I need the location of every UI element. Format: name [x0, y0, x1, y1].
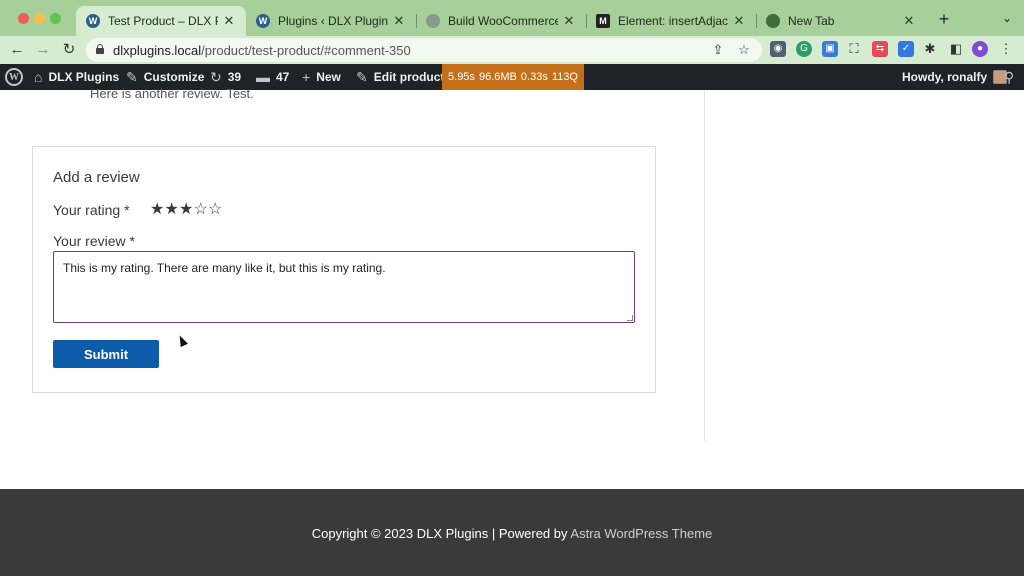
tab-title: Test Product – DLX Plugins: [108, 14, 218, 28]
extension-icon[interactable]: ◉: [770, 41, 786, 57]
star-icon-1[interactable]: ★: [150, 201, 165, 219]
tab-test-product[interactable]: W Test Product – DLX Plugins ✕: [76, 6, 246, 36]
comments-count: 47: [276, 70, 290, 84]
copyright-text: Copyright © 2023 DLX Plugins | Powered b…: [311, 526, 568, 541]
review-label: Your review *: [53, 233, 135, 249]
my-account-menu[interactable]: Howdy, ronalfy: [902, 64, 1008, 90]
url-text: dlxplugins.local/product/test-product/#c…: [113, 43, 411, 58]
1password-icon[interactable]: ✓: [898, 41, 914, 57]
review-textarea[interactable]: This is my rating. There are many like i…: [53, 251, 635, 323]
review-form: Add a review Your rating * ★ ★ ★ ☆ ☆ You…: [32, 146, 656, 393]
tab-close-icon[interactable]: ✕: [902, 13, 916, 29]
customize-label: Customize: [143, 70, 205, 84]
perf-query-time: 0.33s: [520, 71, 548, 83]
perf-queries: 113Q: [551, 71, 578, 83]
grammarly-icon[interactable]: G: [796, 41, 812, 57]
address-bar[interactable]: dlxplugins.local/product/test-product/#c…: [86, 38, 762, 62]
new-label: New: [316, 70, 341, 84]
tab-close-icon[interactable]: ✕: [392, 13, 406, 29]
tab-plugins[interactable]: W Plugins ‹ DLX Plugins — W ✕: [246, 6, 416, 36]
menu-kebab-icon[interactable]: ⋮: [998, 41, 1014, 57]
tab-insert-adjacent[interactable]: M Element: insertAdjacentHT ✕: [586, 6, 756, 36]
window-minimize-button[interactable]: [34, 13, 45, 24]
perf-memory: 96.6MB: [478, 71, 517, 83]
star-icon-3[interactable]: ★: [179, 201, 194, 219]
sidepanel-icon[interactable]: ◧: [948, 41, 964, 57]
tab-title: Element: insertAdjacentHT: [618, 14, 728, 28]
page-content: Here is another review. Test. Add a revi…: [0, 86, 1024, 489]
lock-icon[interactable]: [96, 44, 104, 54]
previous-review-text: Here is another review. Test.: [90, 86, 254, 101]
site-name: DLX Plugins: [48, 70, 120, 84]
tab-title: Build WooCommerce Rati: [448, 14, 558, 28]
profile-avatar[interactable]: ●: [972, 41, 988, 57]
extension-icon[interactable]: ▣: [822, 41, 838, 57]
textarea-resize-handle[interactable]: [627, 315, 633, 321]
howdy-text: Howdy, ronalfy: [902, 70, 988, 84]
dashboard-icon: ⌂: [34, 69, 43, 85]
submit-button[interactable]: Submit: [53, 340, 159, 368]
review-form-title: Add a review: [53, 169, 140, 186]
new-content-menu[interactable]: + New: [302, 64, 341, 90]
tab-close-icon[interactable]: ✕: [222, 13, 236, 29]
url-path: /product/test-product/#comment-350: [201, 43, 411, 58]
star-icon-2[interactable]: ★: [165, 201, 180, 219]
reload-icon[interactable]: ↻: [59, 40, 79, 60]
updates-count: 39: [227, 70, 242, 84]
tab-new-tab[interactable]: New Tab ✕: [756, 6, 926, 36]
wp-logo-menu[interactable]: W: [5, 64, 23, 90]
mdn-icon: M: [596, 14, 610, 28]
tab-build-woocommerce[interactable]: Build WooCommerce Rati ✕: [416, 6, 586, 36]
tab-search-icon[interactable]: ⌄: [998, 11, 1016, 29]
theme-link[interactable]: Astra WordPress Theme: [570, 526, 712, 541]
new-tab-button[interactable]: +: [934, 9, 954, 30]
wordpress-icon: W: [5, 68, 23, 86]
globe-icon: [426, 14, 440, 28]
perf-time: 5.95s: [448, 71, 475, 83]
bookmark-star-icon[interactable]: ☆: [736, 42, 752, 58]
wordpress-icon: W: [86, 14, 100, 28]
query-monitor-stats[interactable]: 5.95s 96.6MB 0.33s 113Q: [442, 64, 584, 90]
wordpress-icon: W: [256, 14, 270, 28]
edit-label: Edit product: [373, 70, 445, 84]
comment-icon: ▬: [256, 69, 270, 85]
updates-icon: ↻: [210, 68, 222, 85]
comments-link[interactable]: ▬ 47: [256, 64, 289, 90]
plus-icon: +: [302, 69, 311, 85]
tab-title: New Tab: [788, 14, 835, 28]
footer-copyright: Copyright © 2023 DLX Plugins | Powered b…: [0, 526, 1024, 541]
star-icon-5[interactable]: ☆: [208, 201, 223, 219]
forward-icon[interactable]: →: [33, 40, 53, 60]
url-host: dlxplugins.local: [113, 43, 202, 58]
brush-icon: ✎: [126, 68, 138, 85]
edit-product-link[interactable]: ✎ Edit product: [356, 64, 444, 90]
site-footer: Copyright © 2023 DLX Plugins | Powered b…: [0, 489, 1024, 576]
browser-toolbar: ← → ↻ dlxplugins.local/product/test-prod…: [0, 36, 1024, 64]
pencil-icon: ✎: [356, 68, 368, 85]
star-icon-4[interactable]: ☆: [194, 201, 209, 219]
rating-label: Your rating *: [53, 202, 130, 218]
puzzle-icon[interactable]: ✱: [922, 41, 938, 57]
window-zoom-button[interactable]: [50, 13, 61, 24]
share-icon[interactable]: ⇪: [710, 42, 726, 58]
sidebar-divider: [704, 90, 705, 441]
tab-close-icon[interactable]: ✕: [562, 13, 576, 29]
window-close-button[interactable]: [18, 13, 29, 24]
star-rating[interactable]: ★ ★ ★ ☆ ☆: [150, 201, 223, 219]
tab-title: Plugins ‹ DLX Plugins — W: [278, 14, 388, 28]
search-icon: ⚲: [1004, 68, 1015, 85]
back-icon[interactable]: ←: [7, 40, 27, 60]
tab-close-icon[interactable]: ✕: [732, 13, 746, 29]
chrome-icon: [766, 14, 780, 28]
admin-search[interactable]: ⚲: [1004, 64, 1020, 90]
screenshot-icon[interactable]: ⛶: [846, 41, 862, 57]
browser-tab-strip: W Test Product – DLX Plugins ✕ W Plugins…: [0, 0, 1024, 36]
extension-icon[interactable]: ⇆: [872, 41, 888, 57]
